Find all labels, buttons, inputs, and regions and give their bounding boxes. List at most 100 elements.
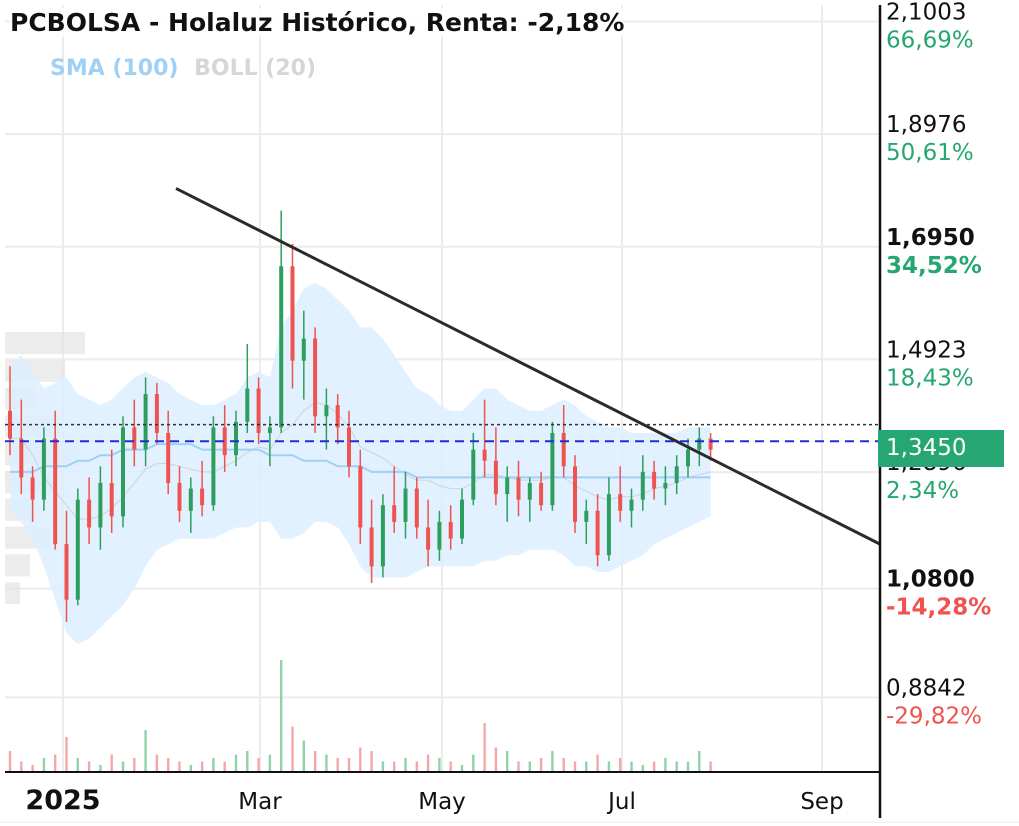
candle-body — [109, 482, 114, 517]
price-tick-label: 1,0800 — [886, 567, 975, 593]
candle-body — [403, 488, 408, 522]
candle-body — [674, 466, 679, 483]
candle-body — [437, 521, 442, 550]
volume-bar — [65, 737, 68, 772]
candle-body — [460, 499, 464, 539]
volume-bar — [234, 754, 238, 772]
volume-bar — [472, 754, 475, 772]
volume-bar — [359, 747, 362, 772]
time-tick-label: 2025 — [25, 785, 100, 816]
candle-body — [527, 482, 532, 500]
candle-body — [313, 338, 318, 417]
candle-body — [505, 477, 510, 495]
volume-bar — [280, 660, 283, 772]
volume-bar — [31, 765, 34, 772]
volume-bar — [20, 761, 23, 772]
candle-body — [493, 460, 498, 495]
volume-bar — [404, 758, 407, 772]
volume-bar — [76, 758, 79, 772]
candle-body — [324, 405, 329, 417]
candle-body — [358, 466, 363, 528]
price-tick-label: 1,8976 — [886, 112, 966, 138]
volume-bar — [438, 758, 441, 772]
volume-bar — [426, 754, 430, 772]
legend-boll[interactable]: BOLL (20) — [194, 56, 316, 81]
candle-body — [539, 482, 544, 506]
volume-bar — [551, 751, 554, 772]
profile-block — [5, 332, 85, 355]
profile-block — [5, 582, 20, 605]
candle-body — [290, 266, 295, 361]
volume-bar — [87, 761, 91, 772]
candle-body — [595, 510, 600, 556]
price-chart[interactable]: 2,100366,69% 1,897650,61% 1,695034,52% 1,49… — [0, 0, 1019, 826]
candle-body — [618, 494, 623, 511]
candle-body — [448, 521, 453, 539]
candle-body — [75, 499, 80, 600]
candle-body — [234, 421, 238, 456]
candle-body — [584, 510, 589, 522]
volume-bar — [8, 751, 12, 772]
current-price-badge: 1,3450 — [878, 430, 1004, 467]
volume-bar — [449, 761, 452, 772]
volume-bar — [517, 761, 520, 772]
chart-title: PCBOLSA - Holaluz Histórico, Renta: -2,1… — [10, 8, 625, 37]
candle-body — [279, 266, 284, 428]
candle-body — [652, 471, 657, 489]
candle-body — [516, 477, 521, 500]
candle-body — [606, 494, 611, 556]
candle-body — [369, 527, 374, 567]
volume-bar — [630, 761, 633, 772]
candle-body — [629, 499, 634, 511]
time-tick-label: May — [418, 789, 466, 815]
volume-bar — [506, 751, 509, 772]
pct-tick-label: 66,69% — [886, 28, 974, 54]
time-tick-label: Sep — [800, 789, 843, 815]
volume-bar — [698, 751, 701, 772]
pct-tick-label: -29,82% — [886, 703, 982, 729]
volume-bar — [664, 758, 667, 772]
candle-body — [471, 449, 476, 500]
candle-body — [708, 438, 713, 450]
candle-body — [640, 471, 645, 500]
volume-bar — [336, 758, 339, 772]
volume-bar — [121, 761, 125, 772]
volume-bar — [415, 761, 418, 772]
volume-bar — [347, 758, 351, 772]
candle-body — [154, 394, 159, 433]
volume-bar — [223, 761, 226, 772]
time-tick-label: Mar — [238, 789, 282, 815]
volume-bar — [42, 758, 46, 772]
candle-body — [392, 505, 397, 522]
volume-bar — [212, 758, 215, 772]
price-tick-label: 0,8842 — [886, 675, 966, 701]
price-tick-label: 1,4923 — [886, 337, 966, 363]
volume-bar — [494, 747, 498, 772]
candle-body — [256, 388, 261, 433]
time-axis-labels: 2025 Mar May Jul Sep — [25, 785, 843, 816]
volume-bar — [133, 758, 136, 772]
candle-body — [245, 388, 250, 422]
candle-body — [200, 488, 205, 506]
candle-body — [426, 527, 431, 550]
volume-bar — [200, 761, 204, 772]
candle-body — [482, 449, 487, 461]
volume-bar — [596, 754, 599, 772]
candle-body — [30, 477, 35, 500]
candle-body — [177, 482, 182, 511]
candle-body — [53, 438, 58, 545]
candle-body — [19, 438, 24, 478]
pct-tick-label: 18,43% — [886, 365, 974, 391]
candle-body — [550, 432, 555, 506]
volume-bar — [144, 730, 147, 772]
volume-bar — [167, 758, 170, 772]
volume-bar — [370, 751, 373, 772]
volume-bar — [675, 761, 678, 772]
pct-tick-label: 34,52% — [886, 253, 982, 279]
profile-block — [5, 554, 30, 577]
volume-bar — [539, 758, 543, 772]
legend-sma[interactable]: SMA (100) — [50, 56, 178, 81]
volume-bar — [110, 754, 113, 772]
indicator-legend[interactable]: SMA (100) BOLL (20) — [50, 56, 324, 81]
candle-body — [380, 505, 385, 567]
